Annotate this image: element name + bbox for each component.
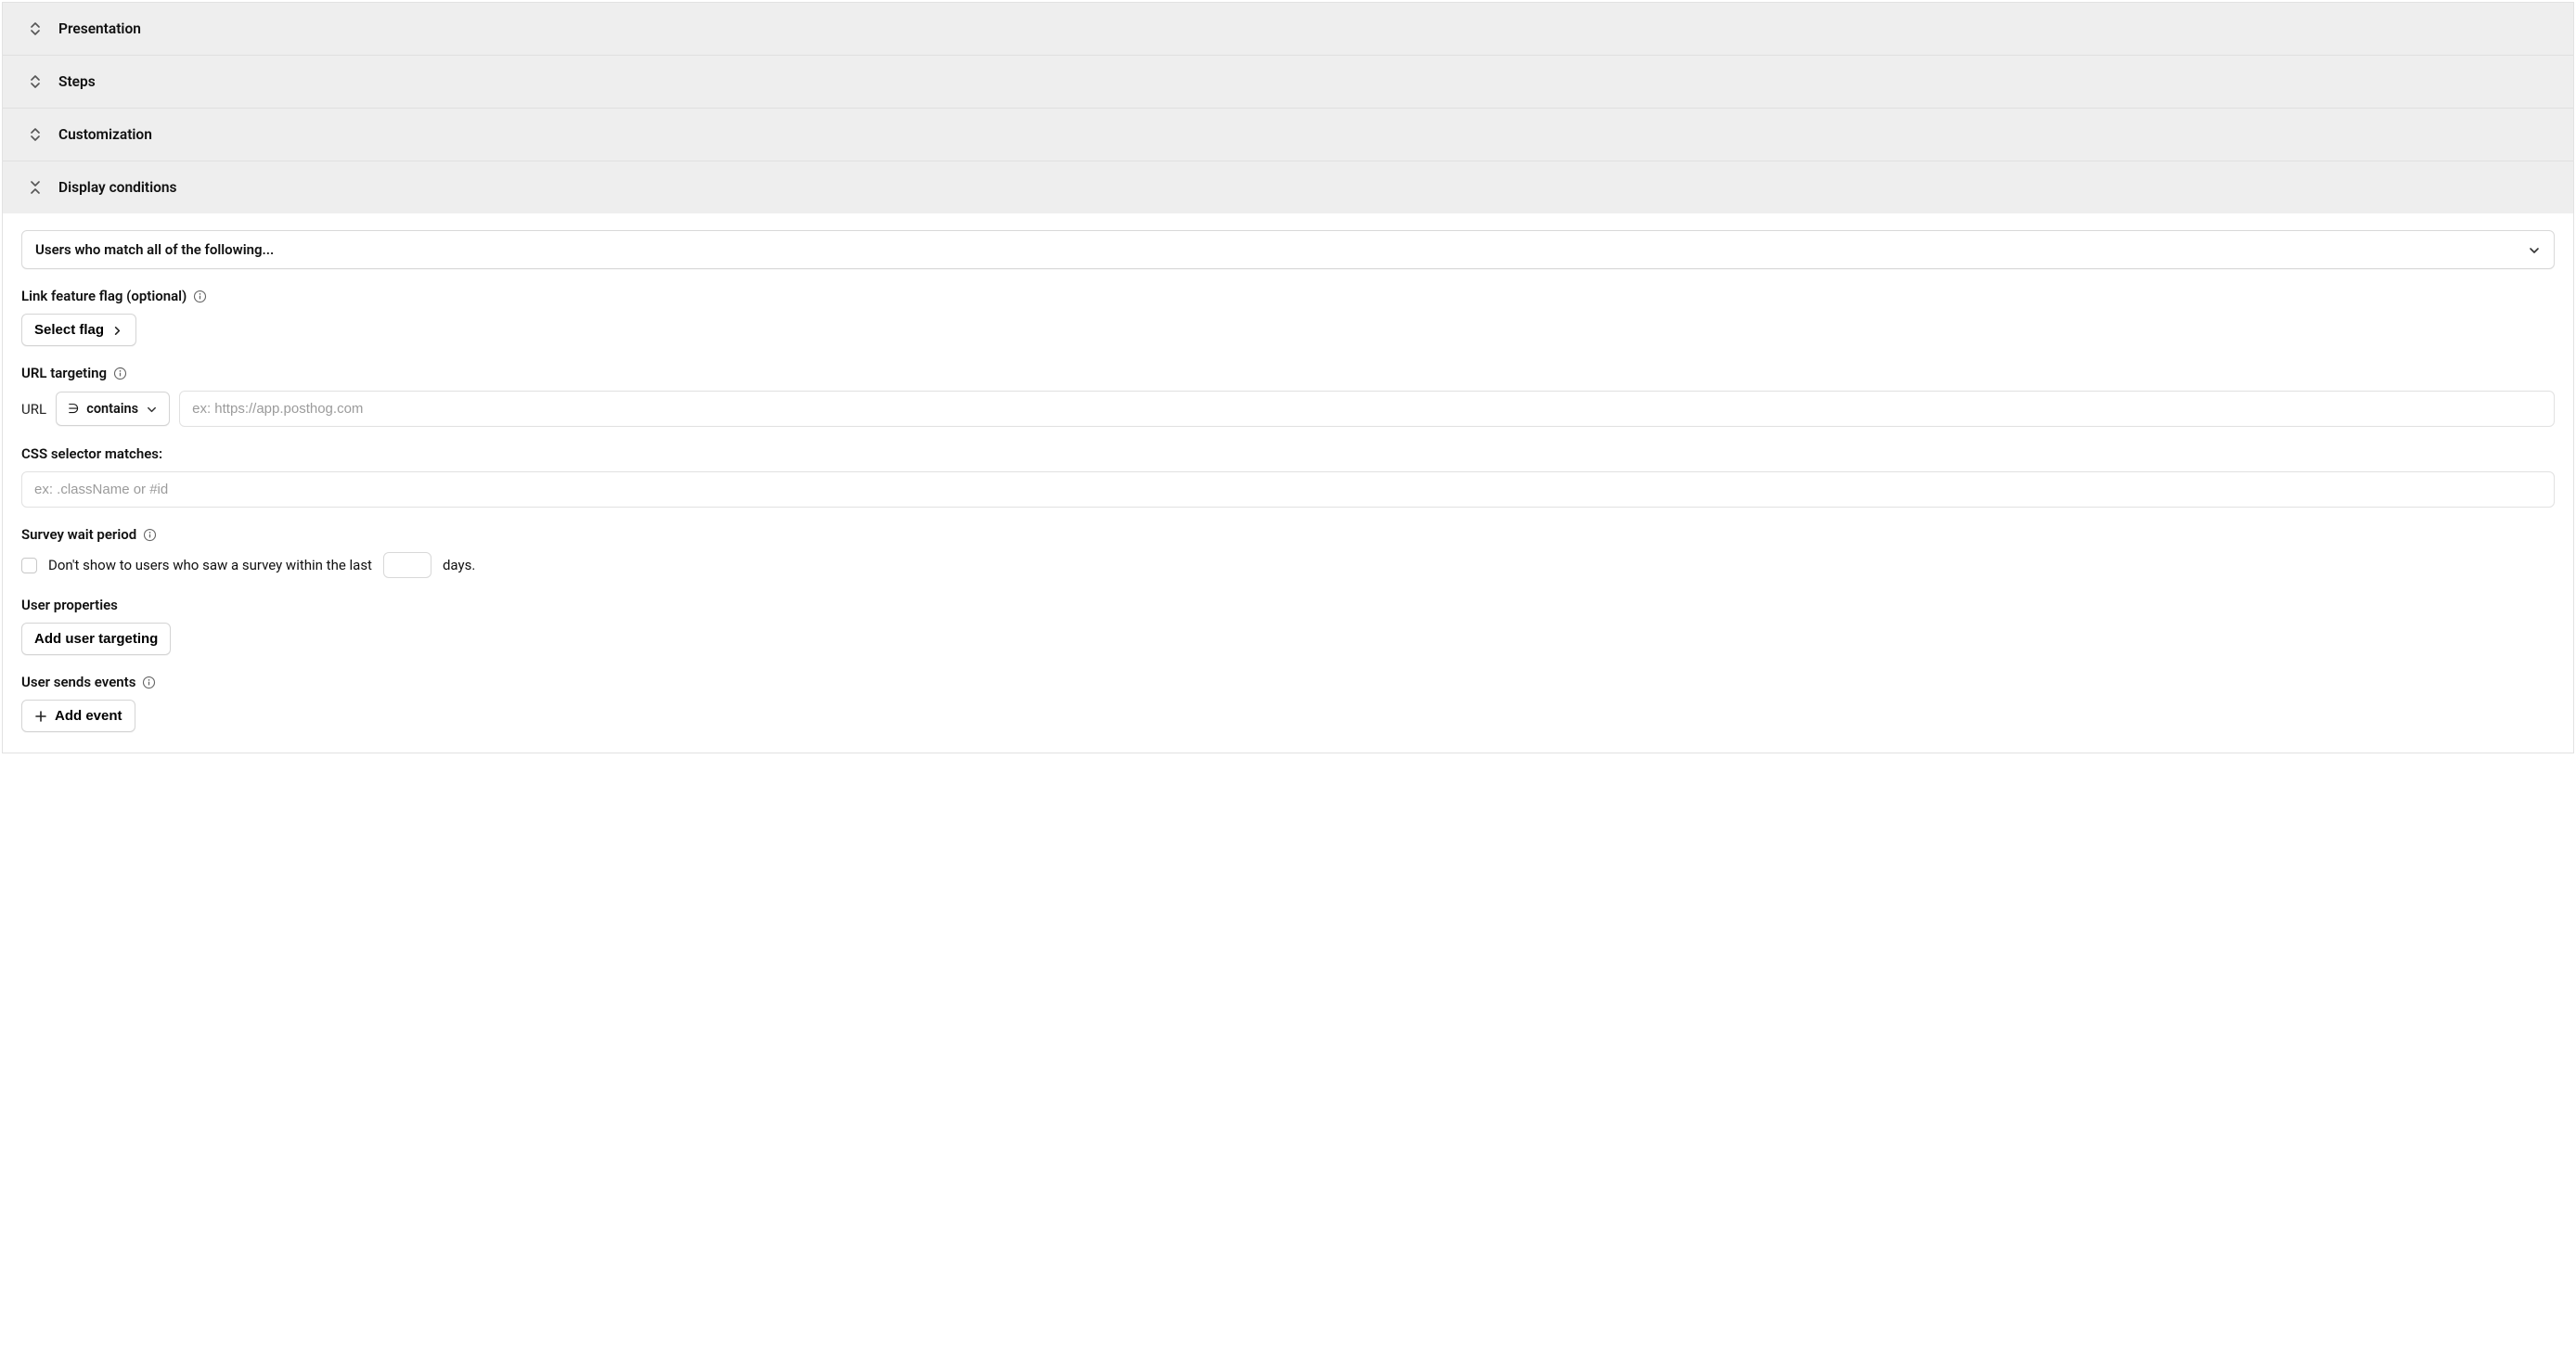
accordion-title: Display conditions xyxy=(58,179,177,196)
add-user-targeting-label: Add user targeting xyxy=(34,631,158,647)
add-event-button[interactable]: Add event xyxy=(21,700,135,732)
css-selector-input[interactable] xyxy=(21,471,2555,508)
add-event-label: Add event xyxy=(55,708,122,724)
wait-period-text-pre: Don't show to users who saw a survey wit… xyxy=(48,557,372,573)
wait-period-days-input[interactable] xyxy=(383,552,431,578)
user-properties-label: User properties xyxy=(21,597,118,613)
info-icon[interactable] xyxy=(112,366,127,380)
wait-period-text-post: days. xyxy=(443,557,475,573)
wait-period-checkbox[interactable] xyxy=(21,558,37,573)
url-targeting-label: URL targeting xyxy=(21,365,107,381)
accordion-title: Customization xyxy=(58,126,152,143)
accordion-customization[interactable]: Customization xyxy=(3,108,2573,161)
accordion-display-conditions[interactable]: Display conditions xyxy=(3,161,2573,213)
url-match-operator-dropdown[interactable]: ∋ contains xyxy=(56,392,170,426)
chevron-up-down-icon xyxy=(29,127,42,142)
select-flag-label: Select flag xyxy=(34,322,104,338)
accordion-title: Steps xyxy=(58,73,96,90)
url-field-label: URL xyxy=(21,401,46,418)
accordion-presentation[interactable]: Presentation xyxy=(3,2,2573,55)
user-sends-events-label: User sends events xyxy=(21,674,135,690)
info-icon[interactable] xyxy=(142,527,157,542)
feature-flag-label: Link feature flag (optional) xyxy=(21,288,187,304)
info-icon[interactable] xyxy=(141,675,156,689)
accordion-steps[interactable]: Steps xyxy=(3,55,2573,108)
plus-icon xyxy=(34,708,47,724)
contains-symbol-icon: ∋ xyxy=(68,402,79,417)
wait-period-label: Survey wait period xyxy=(21,526,136,543)
match-mode-dropdown[interactable]: Users who match all of the following... xyxy=(21,230,2555,269)
css-selector-label: CSS selector matches: xyxy=(21,445,162,462)
chevron-collapse-icon xyxy=(29,180,42,195)
chevron-right-icon xyxy=(111,322,123,338)
chevron-down-icon xyxy=(2528,241,2541,258)
url-input[interactable] xyxy=(179,391,2555,427)
info-icon[interactable] xyxy=(192,289,207,303)
accordion-title: Presentation xyxy=(58,20,141,37)
chevron-down-icon xyxy=(146,401,158,417)
chevron-up-down-icon xyxy=(29,21,42,36)
match-mode-label: Users who match all of the following... xyxy=(35,241,274,258)
select-flag-button[interactable]: Select flag xyxy=(21,314,136,346)
chevron-up-down-icon xyxy=(29,74,42,89)
display-conditions-panel: Users who match all of the following... … xyxy=(3,213,2573,753)
add-user-targeting-button[interactable]: Add user targeting xyxy=(21,623,171,655)
url-match-operator-label: contains xyxy=(86,401,138,417)
